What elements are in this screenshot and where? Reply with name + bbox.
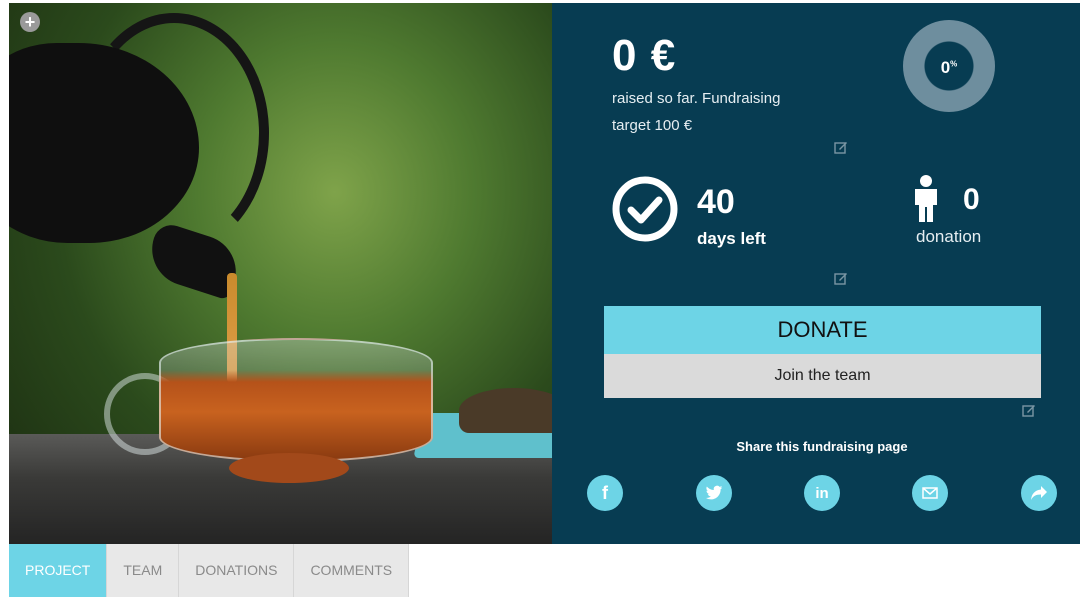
edit-icon[interactable]	[834, 271, 848, 285]
clock-check-icon	[612, 176, 678, 242]
cup-foot	[229, 453, 349, 483]
fundraising-panel: 0 € raised so far. Fundraising target 10…	[552, 3, 1080, 544]
project-photo	[9, 3, 552, 544]
edit-icon[interactable]	[834, 140, 848, 154]
days-left-label: days left	[697, 229, 766, 248]
tab-project[interactable]: PROJECT	[9, 544, 108, 597]
linkedin-icon: in	[815, 484, 829, 502]
edit-icon[interactable]	[1022, 403, 1036, 417]
progress-percent: 0%	[903, 58, 995, 78]
email-icon	[922, 487, 938, 499]
person-icon	[915, 175, 937, 222]
progress-ring: 0%	[903, 20, 995, 112]
donate-button[interactable]: DONATE	[604, 306, 1041, 354]
raised-description: raised so far. Fundraising target 100 €	[612, 90, 781, 134]
plus-icon: +	[24, 12, 36, 32]
email-share-button[interactable]	[912, 475, 948, 511]
join-team-button[interactable]: Join the team	[604, 354, 1041, 398]
more-share-button[interactable]	[1021, 475, 1057, 511]
tab-team[interactable]: TEAM	[107, 544, 180, 597]
tea-leaves	[459, 388, 552, 433]
twitter-icon	[705, 485, 723, 500]
linkedin-share-button[interactable]: in	[804, 475, 840, 511]
twitter-share-button[interactable]	[696, 475, 732, 511]
donations-label: donation	[916, 227, 982, 246]
tab-donations[interactable]: DONATIONS	[179, 544, 295, 597]
days-left-number: 40	[697, 183, 735, 221]
donations-count: 0	[963, 183, 980, 216]
percent-value: 0	[940, 58, 951, 77]
tab-comments[interactable]: COMMENTS	[294, 544, 410, 597]
facebook-icon: f	[602, 482, 608, 503]
page-tabs: PROJECT TEAM DONATIONS COMMENTS	[9, 544, 410, 597]
tea-cup	[159, 338, 433, 462]
share-icon	[1031, 486, 1047, 500]
percent-sign: %	[950, 59, 958, 69]
add-image-button[interactable]: +	[20, 12, 40, 32]
raised-amount: 0 €	[612, 31, 677, 80]
facebook-share-button[interactable]: f	[587, 475, 623, 511]
share-title: Share this fundraising page	[736, 439, 908, 454]
